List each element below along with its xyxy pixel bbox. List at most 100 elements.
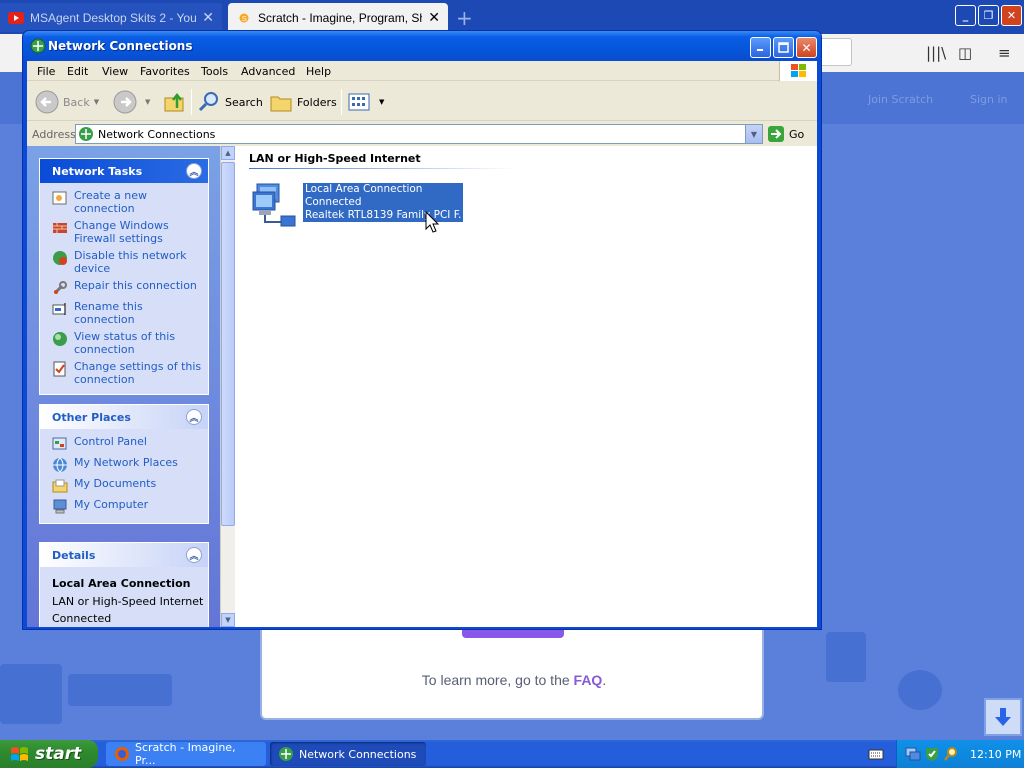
- collapse-icon[interactable]: ︽: [186, 163, 202, 179]
- download-icon[interactable]: [984, 698, 1022, 736]
- views-button[interactable]: ▼: [347, 89, 384, 115]
- collapse-icon[interactable]: ︽: [186, 409, 202, 425]
- background-panel: [826, 632, 866, 682]
- menu-tools[interactable]: Tools: [201, 65, 228, 78]
- close-button[interactable]: ✕: [796, 37, 817, 58]
- scratch-icon: S: [239, 13, 249, 23]
- task-label: Disable this network device: [74, 249, 187, 275]
- other-places-header[interactable]: Other Places ︽: [40, 405, 208, 429]
- menu-file[interactable]: File: [37, 65, 55, 78]
- close-tab-icon[interactable]: ✕: [428, 9, 440, 26]
- taskbar-item-label: Network Connections: [299, 747, 417, 761]
- group-header: LAN or High-Speed Internet: [249, 152, 421, 165]
- new-tab-icon[interactable]: +: [456, 6, 473, 30]
- toolbar-separator: [341, 89, 342, 115]
- windows-flag-icon: [11, 747, 28, 761]
- browser-close-button[interactable]: ✕: [1001, 5, 1022, 26]
- collapse-icon[interactable]: ︽: [186, 547, 202, 563]
- task-firewall-settings[interactable]: Change Windows Firewall settings: [52, 219, 204, 245]
- file-view: LAN or High-Speed Internet Local Area Co…: [235, 146, 817, 627]
- documents-icon: [52, 479, 68, 493]
- forward-button[interactable]: ▼: [113, 89, 150, 115]
- search-label: Search: [225, 95, 263, 109]
- place-label: Control Panel: [74, 435, 147, 448]
- youtube-icon: [8, 11, 24, 24]
- faq-link[interactable]: FAQ: [574, 672, 603, 688]
- up-button[interactable]: [163, 89, 191, 115]
- go-button[interactable]: Go: [767, 125, 804, 143]
- network-connections-icon: [30, 38, 46, 54]
- window-titlebar[interactable]: Network Connections ✕: [23, 31, 821, 61]
- place-my-computer[interactable]: My Computer: [52, 498, 204, 515]
- new-connection-icon: [52, 191, 67, 205]
- background-panel: [898, 670, 942, 710]
- place-label: My Documents: [74, 477, 157, 490]
- browser-tab-label: Scratch - Imagine, Program, Share: [258, 10, 422, 25]
- menu-favorites[interactable]: Favorites: [140, 65, 190, 78]
- browser-tab-label: MSAgent Desktop Skits 2 - YouTube: [30, 10, 197, 25]
- task-change-settings[interactable]: Change settings of this connection: [52, 360, 204, 386]
- network-tasks-header[interactable]: Network Tasks ︽: [40, 159, 208, 183]
- chevron-down-icon[interactable]: ▼: [379, 98, 384, 106]
- details-header[interactable]: Details ︽: [40, 543, 208, 567]
- back-arrow-icon: [35, 90, 59, 114]
- folders-button[interactable]: Folders: [269, 89, 337, 115]
- scroll-down-icon[interactable]: ▼: [221, 613, 235, 627]
- task-pane-scrollbar[interactable]: ▲ ▼: [221, 146, 235, 627]
- status-icon: [53, 332, 67, 346]
- address-label: Address: [32, 128, 76, 141]
- scroll-up-icon[interactable]: ▲: [221, 146, 235, 160]
- task-repair-connection[interactable]: Repair this connection: [52, 279, 204, 296]
- back-button[interactable]: Back ▼: [35, 89, 99, 115]
- join-scratch-link[interactable]: Join Scratch: [868, 93, 933, 106]
- details-type: LAN or High-Speed Internet: [52, 595, 204, 608]
- windows-logo-icon: [779, 61, 817, 81]
- security-tray-icon[interactable]: [924, 746, 940, 762]
- task-disable-device[interactable]: Disable this network device: [52, 249, 204, 275]
- minimize-button[interactable]: [750, 37, 771, 58]
- menu-help[interactable]: Help: [306, 65, 331, 78]
- task-label: Change settings of this connection: [74, 360, 202, 386]
- chevron-down-icon[interactable]: ▼: [145, 98, 150, 106]
- network-tray-icon[interactable]: [905, 746, 921, 762]
- taskbar-item-network-connections[interactable]: Network Connections: [270, 742, 426, 766]
- close-tab-icon[interactable]: ✕: [202, 9, 214, 26]
- keyboard-icon[interactable]: [868, 746, 884, 762]
- task-create-connection[interactable]: Create a new connection: [52, 189, 204, 215]
- address-field[interactable]: Network Connections ▼: [75, 124, 763, 144]
- mouse-cursor-icon: [425, 211, 440, 233]
- clock[interactable]: 12:10 PM: [970, 748, 1021, 761]
- place-label: My Computer: [74, 498, 149, 511]
- sign-in-link[interactable]: Sign in: [970, 93, 1008, 106]
- sidebar-icon[interactable]: ◫: [958, 44, 972, 62]
- library-icon[interactable]: |||\: [926, 44, 946, 62]
- menu-view[interactable]: View: [102, 65, 128, 78]
- network-connections-icon: [79, 127, 93, 141]
- place-my-documents[interactable]: My Documents: [52, 477, 204, 494]
- browser-tab-youtube[interactable]: MSAgent Desktop Skits 2 - YouTube ✕: [0, 3, 222, 32]
- search-tray-icon[interactable]: [943, 746, 959, 762]
- task-view-status[interactable]: View status of this connection: [52, 330, 204, 356]
- chevron-down-icon[interactable]: ▼: [745, 125, 762, 143]
- browser-minimize-button[interactable]: _: [955, 5, 976, 26]
- network-connections-icon: [279, 747, 293, 761]
- scrollbar-thumb[interactable]: [221, 162, 235, 526]
- taskbar-item-scratch[interactable]: Scratch - Imagine, Pr...: [106, 741, 266, 767]
- place-control-panel[interactable]: Control Panel: [52, 435, 204, 452]
- task-rename-connection[interactable]: Rename this connection: [52, 300, 204, 326]
- lan-connection-icon[interactable]: [251, 180, 303, 228]
- folders-label: Folders: [297, 95, 337, 109]
- browser-restore-button[interactable]: ❐: [978, 5, 999, 26]
- start-button[interactable]: start: [0, 740, 98, 768]
- task-label: Create a new connection: [74, 189, 148, 215]
- go-arrow-icon: [768, 126, 784, 142]
- maximize-button[interactable]: [773, 37, 794, 58]
- task-label: Rename this connection: [74, 300, 143, 326]
- browser-tab-scratch[interactable]: S Scratch - Imagine, Program, Share ✕: [228, 3, 448, 32]
- menu-icon[interactable]: ≡: [998, 44, 1011, 62]
- menu-advanced[interactable]: Advanced: [241, 65, 295, 78]
- place-network-places[interactable]: My Network Places: [52, 456, 204, 473]
- chevron-down-icon[interactable]: ▼: [94, 98, 99, 106]
- search-button[interactable]: Search: [197, 89, 263, 115]
- menu-edit[interactable]: Edit: [67, 65, 88, 78]
